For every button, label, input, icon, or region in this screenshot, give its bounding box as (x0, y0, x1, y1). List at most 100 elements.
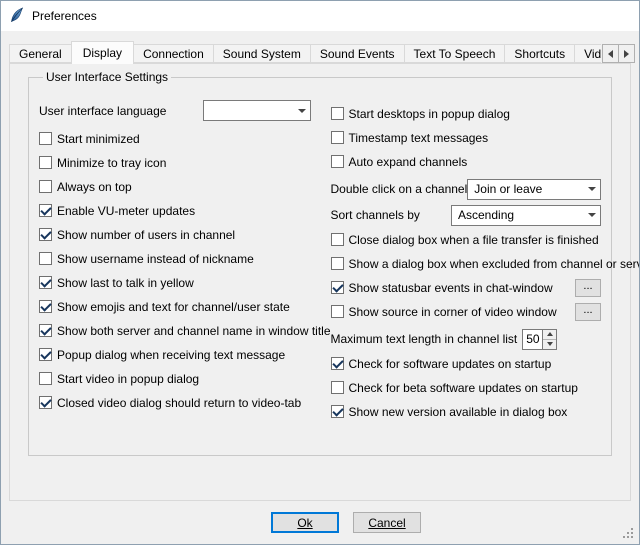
chevron-down-icon (294, 109, 310, 113)
checkbox-label: Show username instead of nickname (57, 252, 254, 266)
double-click-label: Double click on a channel (331, 182, 468, 196)
checkbox-row-show-emojis-and-text-for-channel-user-state[interactable]: Show emojis and text for channel/user st… (39, 299, 331, 314)
checkbox-row-closed-video-dialog-should-return-to-video-tab[interactable]: Closed video dialog should return to vid… (39, 395, 331, 410)
checkbox-label: Show source in corner of video window (349, 305, 557, 319)
double-click-row: Double click on a channel Join or leave (331, 178, 602, 200)
tab-general[interactable]: General (9, 44, 72, 63)
checkbox[interactable] (331, 131, 344, 144)
checkbox-row-show-source-in-corner-of-video-window[interactable]: Show source in corner of video window ..… (331, 304, 602, 319)
checkbox[interactable] (39, 252, 52, 265)
tab-label: Sound Events (320, 47, 395, 61)
language-combo[interactable] (203, 100, 311, 121)
checkbox-row-timestamp-text-messages[interactable]: Timestamp text messages (331, 130, 602, 145)
checkbox-row-start-minimized[interactable]: Start minimized (39, 131, 331, 146)
tab-strip: General Display Connection Sound System … (9, 41, 601, 64)
checkbox-row-show-number-of-users-in-channel[interactable]: Show number of users in channel (39, 227, 331, 242)
tab-connection[interactable]: Connection (133, 44, 214, 63)
checkbox-row-show-statusbar-events-in-chat-window[interactable]: Show statusbar events in chat-window ... (331, 280, 602, 295)
checkbox[interactable] (39, 180, 52, 193)
checkbox-row-popup-dialog-when-receiving-text-message[interactable]: Popup dialog when receiving text message (39, 347, 331, 362)
checkbox[interactable] (331, 405, 344, 418)
checkbox-row-show-username-instead-of-nickname[interactable]: Show username instead of nickname (39, 251, 331, 266)
checkbox[interactable] (331, 257, 344, 270)
user-interface-settings-group: User Interface Settings User interface l… (28, 70, 612, 456)
checkbox-label: Show a dialog box when excluded from cha… (349, 257, 640, 271)
checkbox-label: Show both server and channel name in win… (57, 324, 331, 338)
resize-grip[interactable] (622, 527, 635, 540)
preferences-window: Preferences General Display Connection S… (0, 0, 640, 545)
checkbox-row-show-both-server-and-channel-name-in-window-title[interactable]: Show both server and channel name in win… (39, 323, 331, 338)
checkbox-label: Timestamp text messages (349, 131, 489, 145)
tab-scroll-left-button[interactable] (602, 44, 619, 63)
checkbox-row-always-on-top[interactable]: Always on top (39, 179, 331, 194)
tab-sound-system[interactable]: Sound System (213, 44, 311, 63)
checkbox[interactable] (39, 300, 52, 313)
checkbox[interactable] (39, 228, 52, 241)
left-checkbox-list: Start minimized Minimize to tray icon Al… (39, 131, 331, 410)
checkbox-row-start-desktops-in-popup-dialog[interactable]: Start desktops in popup dialog (331, 106, 602, 121)
sort-channels-combo[interactable]: Ascending (451, 205, 601, 226)
checkbox[interactable] (39, 132, 52, 145)
checkbox-row-show-a-dialog-box-when-excluded-from-channel-or-server[interactable]: Show a dialog box when excluded from cha… (331, 256, 602, 271)
checkbox-row-check-for-beta-software-updates-on-startup[interactable]: Check for beta software updates on start… (331, 380, 602, 395)
tab-sound-events[interactable]: Sound Events (310, 44, 405, 63)
checkbox-label: Auto expand channels (349, 155, 468, 169)
tab-label: Video (584, 47, 601, 61)
checkbox-row-start-video-in-popup-dialog[interactable]: Start video in popup dialog (39, 371, 331, 386)
checkbox-row-show-last-to-talk-in-yellow[interactable]: Show last to talk in yellow (39, 275, 331, 290)
arrow-down-icon (547, 342, 553, 346)
cancel-button[interactable]: Cancel (353, 512, 421, 533)
right-bottom-checkbox-list: Check for software updates on startup Ch… (331, 356, 602, 419)
checkbox[interactable] (39, 396, 52, 409)
spin-up-button[interactable] (543, 330, 556, 340)
tab-text-to-speech[interactable]: Text To Speech (404, 44, 506, 63)
checkbox-row-check-for-software-updates-on-startup[interactable]: Check for software updates on startup (331, 356, 602, 371)
sort-channels-combo-value: Ascending (458, 208, 584, 222)
checkbox-label: Closed video dialog should return to vid… (57, 396, 301, 410)
checkbox[interactable] (39, 204, 52, 217)
tab-label: General (19, 47, 62, 61)
tab-shortcuts[interactable]: Shortcuts (504, 44, 575, 63)
ok-button[interactable]: Ok (271, 512, 339, 533)
tab-video[interactable]: Video (574, 44, 601, 63)
double-click-combo-value: Join or leave (474, 182, 584, 196)
max-text-length-label: Maximum text length in channel list (331, 332, 518, 346)
max-text-length-spinbox[interactable]: 50 (522, 329, 557, 350)
max-text-length-row: Maximum text length in channel list 50 (331, 328, 602, 350)
checkbox-row-auto-expand-channels[interactable]: Auto expand channels (331, 154, 602, 169)
more-button[interactable]: ... (575, 279, 601, 297)
tab-scroll-right-button[interactable] (618, 44, 635, 63)
tab-display[interactable]: Display (71, 41, 134, 64)
checkbox-label: Always on top (57, 180, 132, 194)
tab-label: Text To Speech (414, 47, 496, 61)
checkbox-label: Show new version available in dialog box (349, 405, 568, 419)
left-column: User interface language Start minimized … (39, 100, 331, 428)
more-button[interactable]: ... (575, 303, 601, 321)
app-icon (9, 7, 25, 26)
checkbox[interactable] (39, 276, 52, 289)
checkbox[interactable] (331, 155, 344, 168)
checkbox[interactable] (39, 372, 52, 385)
checkbox[interactable] (39, 156, 52, 169)
titlebar[interactable]: Preferences (1, 1, 639, 31)
max-text-length-input[interactable]: 50 (522, 329, 543, 350)
checkbox[interactable] (331, 107, 344, 120)
checkbox-row-enable-vu-meter-updates[interactable]: Enable VU-meter updates (39, 203, 331, 218)
language-label: User interface language (39, 104, 203, 118)
spin-down-button[interactable] (543, 340, 556, 349)
checkbox[interactable] (331, 381, 344, 394)
checkbox[interactable] (331, 305, 344, 318)
checkbox-row-minimize-to-tray-icon[interactable]: Minimize to tray icon (39, 155, 331, 170)
checkbox[interactable] (39, 324, 52, 337)
double-click-combo[interactable]: Join or leave (467, 179, 601, 200)
checkbox[interactable] (331, 281, 344, 294)
chevron-down-icon (584, 213, 600, 217)
checkbox[interactable] (331, 357, 344, 370)
checkbox-row-close-dialog-box-when-a-file-transfer-is-finished[interactable]: Close dialog box when a file transfer is… (331, 232, 602, 247)
checkbox-label: Show emojis and text for channel/user st… (57, 300, 290, 314)
sort-channels-row: Sort channels by Ascending (331, 204, 602, 226)
checkbox-row-show-new-version-available-in-dialog-box[interactable]: Show new version available in dialog box (331, 404, 602, 419)
spinner-buttons (543, 329, 557, 350)
checkbox[interactable] (331, 233, 344, 246)
checkbox[interactable] (39, 348, 52, 361)
